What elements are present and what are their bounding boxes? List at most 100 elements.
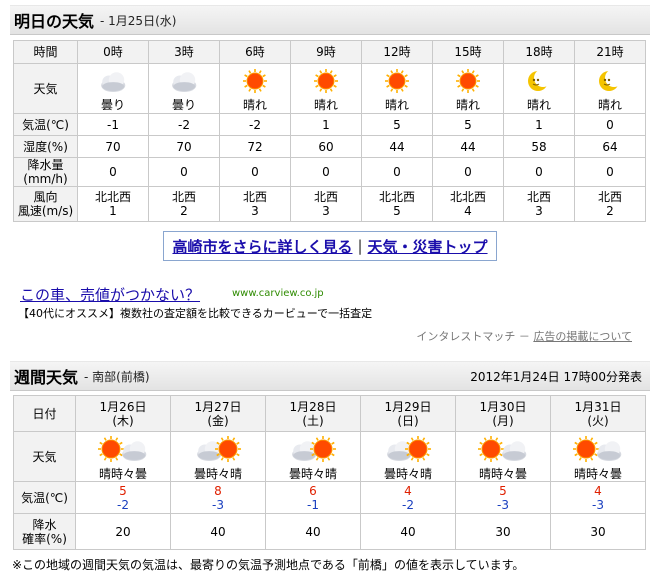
- slot-precip: 0: [503, 157, 575, 187]
- slot-precip: 0: [290, 157, 362, 187]
- wind-dir-label: 風向: [33, 190, 58, 204]
- tomorrow-header: 明日の天気 - 1月25日(水): [10, 5, 650, 35]
- day-pop: 40: [170, 513, 266, 550]
- slot-time: 3時: [148, 40, 220, 64]
- weekly-date-row: 日付 1月26日 (木) 1月27日 (金) 1月28日 (土) 1月29日 (日) 1…: [13, 395, 646, 432]
- day-weather: 曇時々晴: [288, 466, 337, 481]
- slot-precip: 0: [148, 157, 220, 187]
- weekly-table: 日付 1月26日 (木) 1月27日 (金) 1月28日 (土) 1月29日 (日) 1…: [13, 395, 646, 550]
- weekly-region: - 南部(前橋): [84, 369, 150, 384]
- slot-precip: 0: [219, 157, 291, 187]
- slot-wind-speed: 3: [535, 204, 543, 218]
- slot-wind-dir: 北北西: [94, 190, 131, 204]
- slot-weather: 晴れ: [597, 97, 622, 112]
- slot-precip: 0: [432, 157, 504, 187]
- hourly-precip-row: 降水量(mm/h) 0 0 0 0 0 0 0 0: [13, 157, 646, 187]
- day-high-temp: 4: [594, 483, 602, 498]
- sun-icon: [362, 68, 432, 97]
- day-weather: 晴時々曇: [573, 466, 622, 481]
- slot-wind-dir: 北西: [171, 190, 196, 204]
- hourly-temp-row: 気温(℃) -1 -2 -2 1 5 5 1 0: [13, 113, 646, 136]
- sun-icon: [220, 68, 290, 97]
- day-date: 1月31日: [574, 399, 622, 414]
- day-low-temp: -2: [402, 497, 414, 512]
- ad-title-link[interactable]: この車、売値がつかない？: [20, 284, 200, 305]
- ad-description: 【40代にオススメ】複数社の査定額を比較できるカービューで一括査定: [18, 307, 373, 320]
- slot-weather: 晴れ: [242, 97, 267, 112]
- day-high-temp: 5: [499, 483, 507, 498]
- slot-weather: 曇り: [100, 97, 125, 112]
- hourly-time-row: 時間 0時 3時 6時 9時 12時 15時 18時 21時: [13, 40, 646, 64]
- link-separator: |: [357, 237, 363, 255]
- day-pop: 40: [265, 513, 361, 550]
- slot-humidity: 64: [574, 135, 646, 158]
- day-high-temp: 6: [309, 483, 317, 498]
- city-detail-link[interactable]: 高崎市をさらに詳しく見る: [172, 236, 352, 257]
- slot-humidity: 72: [219, 135, 291, 158]
- sun-cloud-icon: [456, 435, 550, 466]
- precip-label: 降水量(mm/h): [13, 157, 78, 187]
- day-pop: 30: [550, 513, 646, 550]
- slot-wind-dir: 北西: [597, 190, 622, 204]
- slot-humidity: 58: [503, 135, 575, 158]
- sun-cloud-icon: [551, 435, 645, 466]
- day-weather: 晴時々曇: [478, 466, 527, 481]
- day-date: 1月28日: [289, 399, 337, 414]
- slot-weather: 晴れ: [384, 97, 409, 112]
- cloud-sun-icon: [266, 435, 360, 466]
- weekly-header: 週間天気 - 南部(前橋) 2012年1月24日 17時00分発表: [10, 361, 650, 391]
- day-dow: (月): [492, 413, 514, 428]
- weekly-pop-row: 降水 確率(%) 20 40 40 40 30 30: [13, 513, 646, 550]
- slot-time: 6時: [219, 40, 291, 64]
- slot-time: 15時: [432, 40, 504, 64]
- slot-humidity: 44: [432, 135, 504, 158]
- tomorrow-date: - 1月25日(水): [100, 13, 177, 28]
- day-low-temp: -3: [212, 497, 224, 512]
- cloud-sun-icon: [171, 435, 265, 466]
- day-pop: 20: [75, 513, 171, 550]
- hourly-humidity-row: 湿度(%) 70 70 72 60 44 44 58 64: [13, 135, 646, 158]
- slot-time: 21時: [574, 40, 646, 64]
- slot-wind-speed: 1: [109, 204, 117, 218]
- slot-wind-dir: 北西: [313, 190, 338, 204]
- slot-humidity: 70: [148, 135, 220, 158]
- hourly-weather-row: 天気 曇り 曇り 晴れ 晴れ 晴れ 晴れ 晴れ 晴れ: [13, 63, 646, 114]
- weather-label: 天気: [13, 63, 78, 114]
- ad-info-link[interactable]: 広告の掲載について: [533, 330, 632, 343]
- disaster-top-link[interactable]: 天気・災害トップ: [368, 236, 488, 257]
- ad-credit: インタレストマッチ － 広告の掲載について: [416, 328, 632, 344]
- more-links-box: 高崎市をさらに詳しく見る | 天気・災害トップ: [163, 231, 497, 261]
- slot-weather: 晴れ: [526, 97, 551, 112]
- day-date: 1月26日: [99, 399, 147, 414]
- day-dow: (火): [587, 413, 609, 428]
- day-high-temp: 5: [119, 483, 127, 498]
- sun-icon: [291, 68, 361, 97]
- slot-precip: 0: [77, 157, 149, 187]
- day-pop: 40: [360, 513, 456, 550]
- slot-temp: 5: [432, 113, 504, 136]
- weekly-weather-row: 天気 晴時々曇 曇時々晴 曇時々晴 曇時々晴 晴時々曇 晴時々曇: [13, 431, 646, 482]
- day-low-temp: -2: [117, 497, 129, 512]
- slot-weather: 曇り: [171, 97, 196, 112]
- day-dow: (土): [302, 413, 324, 428]
- day-dow: (金): [207, 413, 229, 428]
- ad-url[interactable]: www.carview.co.jp: [232, 288, 324, 299]
- day-dow: (日): [397, 413, 419, 428]
- day-weather: 曇時々晴: [383, 466, 432, 481]
- humidity-label: 湿度(%): [13, 135, 78, 158]
- day-low-temp: -1: [307, 497, 319, 512]
- slot-wind-speed: 3: [251, 204, 259, 218]
- temp-label: 気温(℃): [13, 113, 78, 136]
- hourly-wind-row: 風向 風速(m/s) 北北西 1 北西 2 北西 3 北西 3 北北西 5 北北西 4 北西 3…: [13, 186, 646, 222]
- slot-weather: 晴れ: [455, 97, 480, 112]
- day-date: 1月29日: [384, 399, 432, 414]
- slot-humidity: 70: [77, 135, 149, 158]
- day-high-temp: 4: [404, 483, 412, 498]
- slot-wind-dir: 北北西: [378, 190, 415, 204]
- slot-wind-speed: 5: [393, 204, 401, 218]
- pop-label-2: 確率(%): [22, 531, 67, 546]
- slot-humidity: 44: [361, 135, 433, 158]
- cloudy-icon: [78, 68, 148, 97]
- slot-time: 9時: [290, 40, 362, 64]
- day-low-temp: -3: [497, 497, 509, 512]
